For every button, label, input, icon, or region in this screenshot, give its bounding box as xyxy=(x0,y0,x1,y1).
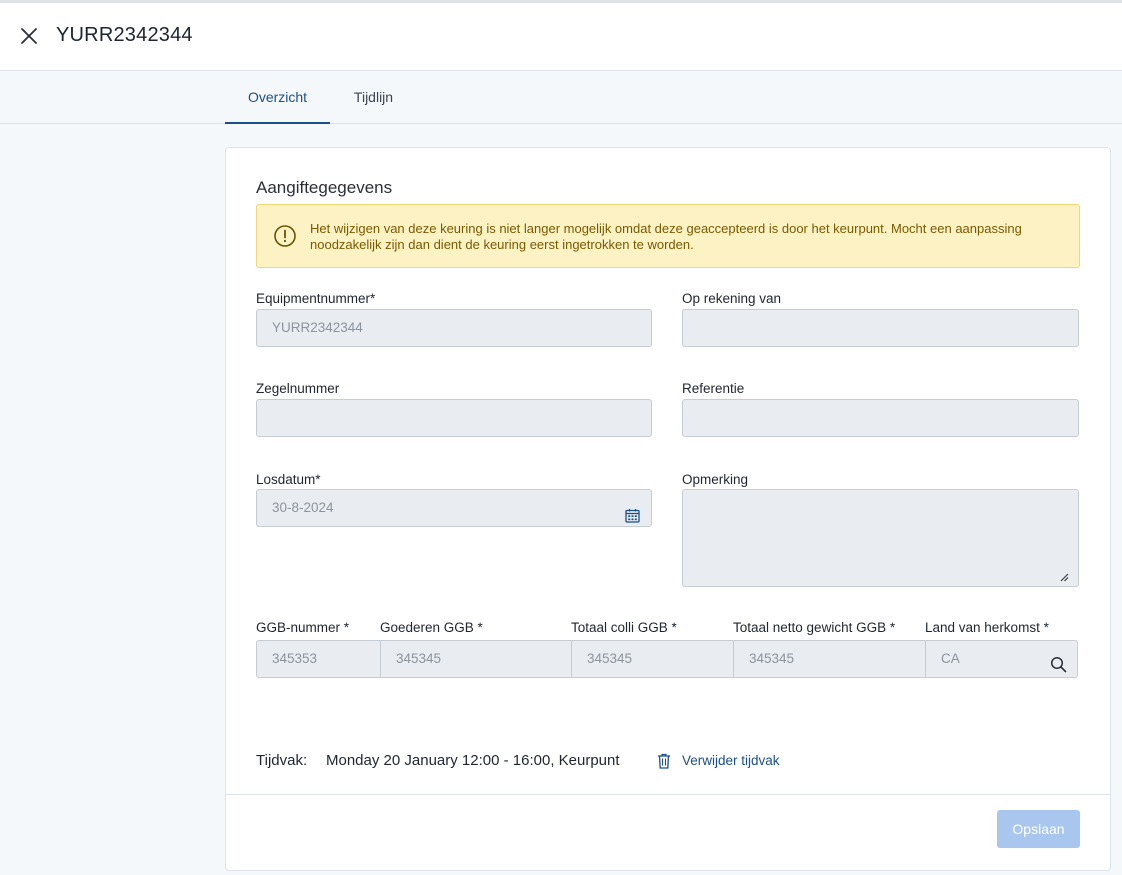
land-van-herkomst-value: CA xyxy=(941,651,960,666)
op-rekening-van-field[interactable] xyxy=(682,309,1079,347)
equipmentnummer-label: Equipmentnummer* xyxy=(256,291,376,306)
close-icon[interactable] xyxy=(18,25,40,47)
totaal-colli-ggb-label: Totaal colli GGB * xyxy=(571,620,677,635)
alert-message: Het wijzigen van deze keuring is niet la… xyxy=(310,221,1022,252)
losdatum-value: 30-8-2024 xyxy=(272,500,334,515)
save-button[interactable]: Opslaan xyxy=(997,810,1080,848)
tab-overzicht[interactable]: Overzicht xyxy=(225,71,330,124)
tab-tijdlijn[interactable]: Tijdlijn xyxy=(336,71,411,124)
totaal-netto-gewicht-ggb-label: Totaal netto gewicht GGB * xyxy=(733,620,896,635)
land-van-herkomst-label: Land van herkomst * xyxy=(925,620,1049,635)
equipmentnummer-field[interactable]: YURR2342344 xyxy=(256,309,652,347)
goederen-ggb-label: Goederen GGB * xyxy=(380,620,483,635)
opmerking-label: Opmerking xyxy=(682,472,749,487)
land-van-herkomst-field[interactable]: CA xyxy=(925,640,1078,678)
zegelnummer-field[interactable] xyxy=(256,399,652,437)
remove-tijdvak-link[interactable]: Verwijder tijdvak xyxy=(682,753,780,768)
section-title: Aangiftegegevens xyxy=(256,178,393,197)
goederen-ggb-field[interactable]: 345345 xyxy=(380,640,572,678)
referentie-label: Referentie xyxy=(682,381,745,396)
ggb-field-group: 345353 345345 345345 345345 CA xyxy=(256,640,1079,678)
totaal-colli-ggb-field[interactable]: 345345 xyxy=(571,640,734,678)
footer-divider xyxy=(226,794,1110,795)
warning-alert: Het wijzigen van deze keuring is niet la… xyxy=(256,204,1080,268)
tijdvak-label: Tijdvak: xyxy=(256,752,308,769)
page-title: YURR2342344 xyxy=(56,24,193,46)
warning-icon xyxy=(273,224,297,248)
opmerking-textarea[interactable] xyxy=(682,489,1079,587)
page-header: YURR2342344 xyxy=(0,3,1122,71)
declaration-card: Aangiftegegevens Het wijzigen van deze k… xyxy=(225,147,1111,871)
op-rekening-van-label: Op rekening van xyxy=(682,291,782,306)
ggb-nummer-label: GGB-nummer * xyxy=(256,620,350,635)
zegelnummer-label: Zegelnummer xyxy=(256,381,340,396)
losdatum-field[interactable]: 30-8-2024 xyxy=(256,489,652,527)
referentie-field[interactable] xyxy=(682,399,1079,437)
totaal-netto-gewicht-ggb-field[interactable]: 345345 xyxy=(733,640,926,678)
resize-handle-icon[interactable] xyxy=(1059,569,1069,582)
tijdvak-value: Monday 20 January 12:00 - 16:00, Keurpun… xyxy=(326,752,620,769)
ggb-nummer-field[interactable]: 345353 xyxy=(256,640,381,678)
tab-bar: Overzicht Tijdlijn xyxy=(0,71,1122,124)
search-icon[interactable] xyxy=(1050,651,1067,673)
calendar-icon[interactable] xyxy=(625,501,640,523)
losdatum-label: Losdatum* xyxy=(256,472,321,487)
trash-icon[interactable] xyxy=(657,753,671,769)
